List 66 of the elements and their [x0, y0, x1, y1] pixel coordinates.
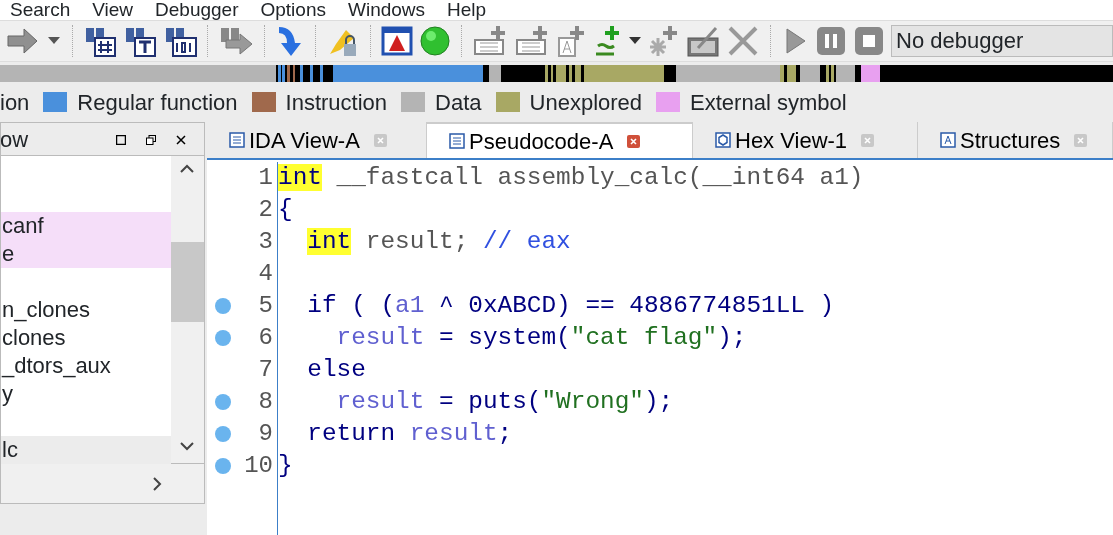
- function-list-item[interactable]: y: [1, 380, 171, 408]
- scroll-up-icon[interactable]: [180, 164, 194, 173]
- code-line: }: [278, 451, 294, 481]
- legend-label: ion: [0, 88, 30, 117]
- navigation-band[interactable]: [0, 65, 1113, 82]
- line-number: 5: [258, 291, 273, 321]
- menu-item[interactable]: Debugger: [155, 0, 239, 20]
- code-line: int __fastcall assembly_calc(__int64 a1): [278, 163, 865, 193]
- legend-label: Regular function: [77, 88, 238, 117]
- code-line: return result;: [306, 419, 514, 449]
- breakpoint-dot[interactable]: [215, 298, 231, 314]
- stop-icon[interactable]: [853, 24, 885, 58]
- panel-title: ow: [0, 125, 30, 154]
- function-list-item[interactable]: lc: [1, 436, 171, 464]
- legend-label: Data: [435, 88, 482, 117]
- tab[interactable]: Pseudocode-A: [427, 122, 693, 158]
- line-number: 2: [258, 195, 273, 225]
- legend-label: Unexplored: [529, 88, 643, 117]
- breakpoint-dot[interactable]: [215, 330, 231, 346]
- function-list-item[interactable]: e: [1, 240, 171, 268]
- pause-icon[interactable]: [815, 24, 847, 58]
- horizontal-scrollbar[interactable]: [0, 464, 205, 504]
- add-data-icon[interactable]: [514, 24, 550, 58]
- menu-item[interactable]: Help: [447, 0, 487, 20]
- function-list-item[interactable]: clones: [1, 324, 171, 352]
- scroll-right-icon[interactable]: [153, 476, 162, 491]
- line-number: 8: [258, 387, 273, 417]
- edit-icon[interactable]: [686, 24, 720, 58]
- line-number: 7: [258, 355, 273, 385]
- vertical-scrollbar[interactable]: [171, 156, 204, 463]
- legend-label: Instruction: [285, 88, 388, 117]
- add-string-icon[interactable]: [556, 24, 586, 58]
- tab-icon: [229, 132, 245, 148]
- line-number: 10: [244, 451, 273, 481]
- ball-icon[interactable]: [419, 24, 451, 58]
- tab-icon: [940, 132, 956, 148]
- warning-window-icon[interactable]: [381, 24, 413, 58]
- tab-icon: [715, 132, 731, 148]
- line-number: 3: [258, 227, 273, 257]
- code-line: else: [306, 355, 367, 385]
- function-list-item[interactable]: n_clones: [1, 296, 171, 324]
- add-asterisk-icon[interactable]: [648, 24, 680, 58]
- line-number: 1: [258, 163, 273, 193]
- scroll-down-icon[interactable]: [180, 442, 194, 451]
- line-number: 6: [258, 323, 273, 353]
- line-number: 4: [258, 259, 273, 289]
- debugger-select[interactable]: No debugger: [891, 25, 1113, 57]
- menu-item[interactable]: Search: [10, 0, 71, 20]
- function-list-item[interactable]: canf: [1, 212, 171, 240]
- menu-item[interactable]: View: [92, 0, 134, 20]
- legend-label: External symbol: [690, 88, 847, 117]
- add-code-icon[interactable]: [472, 24, 508, 58]
- code-line: if ( (a1 ^ 0xABCD) == 4886774851LL ): [306, 291, 836, 321]
- breakpoint-dot[interactable]: [215, 394, 231, 410]
- code-line: int result; // eax: [306, 227, 572, 257]
- menu-item[interactable]: Options: [260, 0, 326, 20]
- breakpoint-dot[interactable]: [215, 426, 231, 442]
- delete-icon[interactable]: [726, 24, 760, 58]
- code-line: result = system("cat flag");: [335, 323, 748, 353]
- tab-icon: [449, 133, 465, 149]
- code-line: {: [278, 195, 294, 225]
- code-line: result = puts("Wrong");: [335, 387, 675, 417]
- menu-item[interactable]: Windows: [348, 0, 426, 20]
- function-list-item[interactable]: _dtors_aux: [1, 352, 171, 380]
- line-number: 9: [258, 419, 273, 449]
- breakpoint-dot[interactable]: [215, 458, 231, 474]
